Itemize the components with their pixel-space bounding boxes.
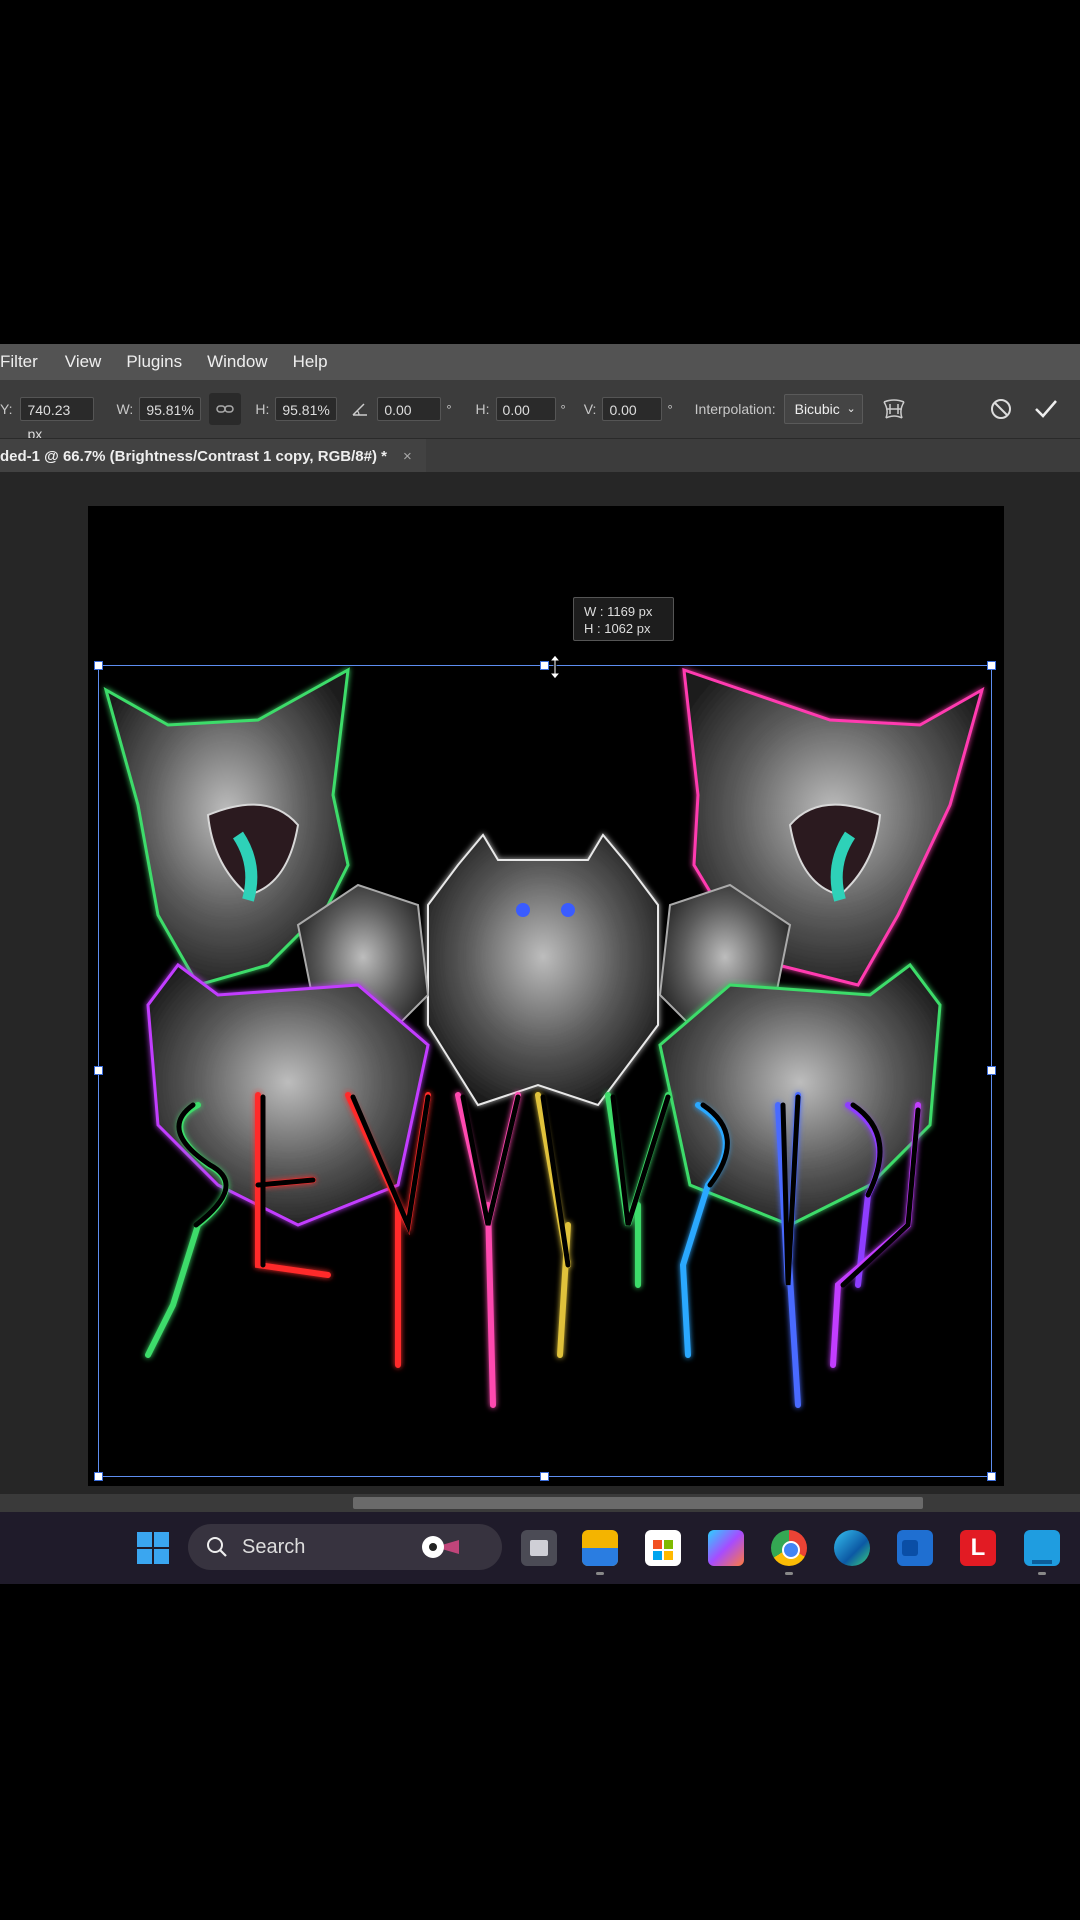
cancel-transform-icon[interactable] xyxy=(989,397,1013,421)
commit-transform-icon[interactable] xyxy=(1033,397,1059,421)
edge-icon[interactable] xyxy=(834,1530,870,1566)
resize-cursor-icon xyxy=(548,654,562,680)
height-field[interactable]: 95.81% xyxy=(275,397,338,421)
tooltip-height: H : 1062 px xyxy=(584,621,651,636)
menu-bar: Filter View Plugins Window Help xyxy=(0,344,1080,380)
menu-filter[interactable]: Filter xyxy=(0,352,49,372)
transform-size-tooltip: W : 1169 px H : 1062 px xyxy=(573,597,674,641)
app-blue-indicator xyxy=(1038,1572,1046,1575)
transform-bounding-box[interactable] xyxy=(94,661,996,1481)
skew-v-field[interactable]: 0.00 xyxy=(602,397,663,421)
file-explorer-indicator xyxy=(596,1572,604,1575)
menu-view[interactable]: View xyxy=(65,352,113,372)
interpolation-value: Bicubic xyxy=(794,401,840,417)
handle-middle-left[interactable] xyxy=(94,1066,103,1075)
copilot-icon[interactable] xyxy=(708,1530,744,1566)
handle-bottom-center[interactable] xyxy=(540,1472,549,1481)
warp-icon[interactable] xyxy=(881,396,907,422)
angle-icon xyxy=(352,403,368,416)
menu-plugins[interactable]: Plugins xyxy=(126,352,193,372)
task-view-icon[interactable] xyxy=(521,1530,557,1566)
y-label: Y: xyxy=(0,401,13,417)
handle-top-right[interactable] xyxy=(987,661,996,670)
document-tab-bar: ded-1 @ 66.7% (Brightness/Contrast 1 cop… xyxy=(0,438,1080,473)
taskbar-search[interactable]: Search xyxy=(188,1524,502,1570)
chrome-icon[interactable] xyxy=(771,1530,807,1566)
angle-field[interactable]: 0.00 xyxy=(377,397,442,421)
skew-h-degree: ° xyxy=(560,401,566,417)
skew-v-degree: ° xyxy=(667,401,673,417)
menu-window[interactable]: Window xyxy=(207,352,278,372)
handle-bottom-right[interactable] xyxy=(987,1472,996,1481)
handle-top-left[interactable] xyxy=(94,661,103,670)
horizontal-scrollbar-thumb[interactable] xyxy=(353,1497,923,1509)
file-explorer-icon[interactable] xyxy=(582,1530,618,1566)
document-tab[interactable]: ded-1 @ 66.7% (Brightness/Contrast 1 cop… xyxy=(0,439,426,473)
y-field[interactable]: 740.23 px xyxy=(20,397,95,442)
angle-degree: ° xyxy=(446,401,452,417)
app-l-icon[interactable]: L xyxy=(960,1530,996,1566)
tooltip-width: W : 1169 px xyxy=(584,604,653,619)
link-icon xyxy=(216,405,235,413)
windows-start-icon[interactable] xyxy=(136,1531,170,1565)
interpolation-select[interactable]: Bicubic ⌄ xyxy=(783,394,863,424)
chrome-indicator xyxy=(785,1572,793,1575)
skew-h-label: H: xyxy=(475,401,490,417)
interpolation-label: Interpolation: xyxy=(694,401,776,417)
search-placeholder: Search xyxy=(242,1535,306,1558)
close-icon[interactable]: × xyxy=(403,448,412,465)
microsoft-store-icon[interactable] xyxy=(645,1530,681,1566)
chevron-down-icon: ⌄ xyxy=(846,403,856,415)
h-label: H: xyxy=(255,401,270,417)
w-label: W: xyxy=(116,401,134,417)
options-bar: Y: 740.23 px W: 95.81% H: 95.81% 0.00 ° … xyxy=(0,380,1080,442)
link-aspect-button[interactable] xyxy=(209,393,242,425)
handle-bottom-left[interactable] xyxy=(94,1472,103,1481)
skew-h-field[interactable]: 0.00 xyxy=(495,397,556,421)
handle-middle-right[interactable] xyxy=(987,1066,996,1075)
app-blue-icon[interactable] xyxy=(1024,1530,1060,1566)
skew-v-label: V: xyxy=(583,401,597,417)
width-field[interactable]: 95.81% xyxy=(139,397,202,421)
soccer-ball-icon xyxy=(422,1536,460,1558)
outlook-icon[interactable] xyxy=(897,1530,933,1566)
search-icon xyxy=(207,1537,227,1557)
menu-help[interactable]: Help xyxy=(293,352,339,372)
document-tab-title: ded-1 @ 66.7% (Brightness/Contrast 1 cop… xyxy=(0,447,387,465)
